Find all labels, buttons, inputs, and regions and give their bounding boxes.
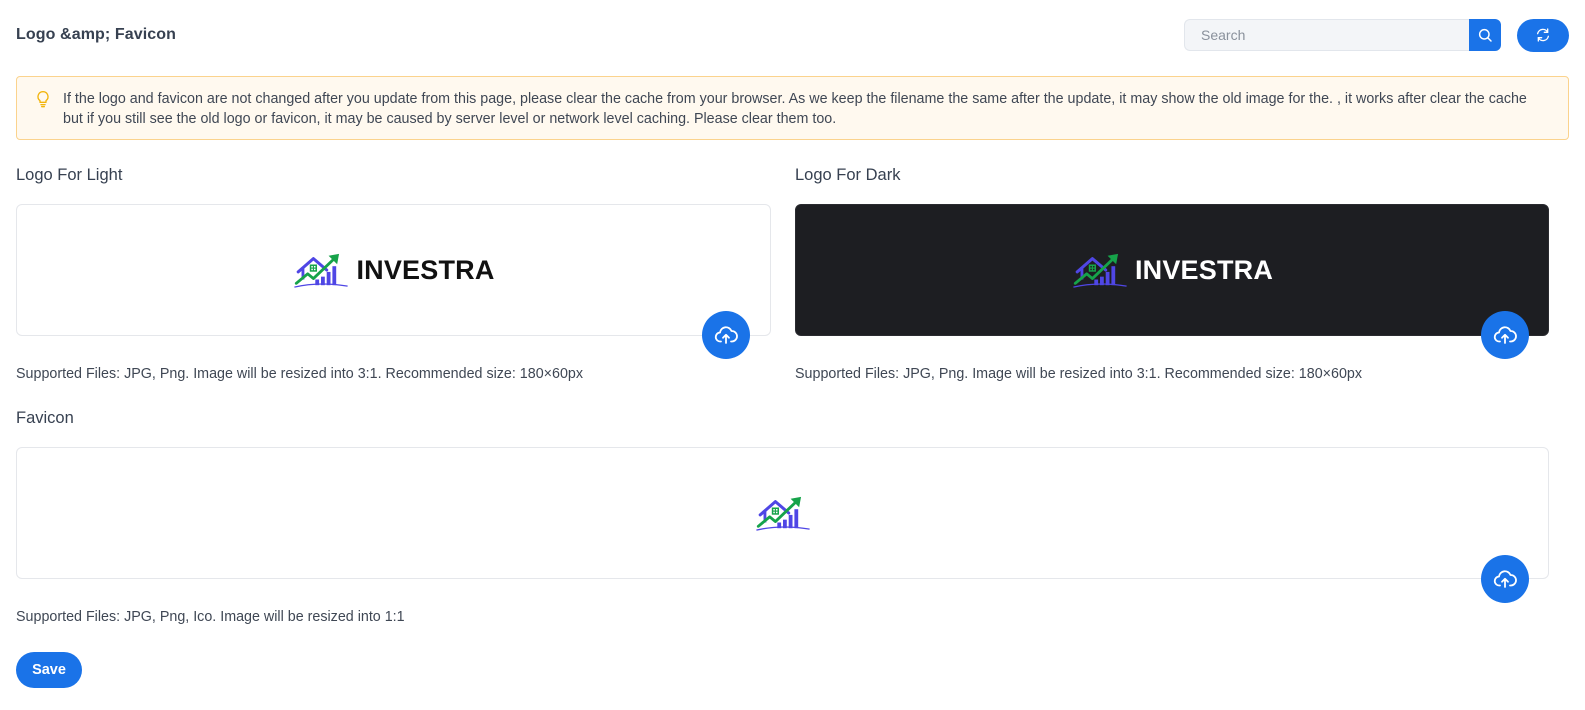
page-header: Logo &amp; Favicon: [16, 18, 1569, 52]
brand-name: INVESTRA: [356, 254, 495, 285]
brand-mark-icon: [292, 251, 350, 289]
save-button[interactable]: Save: [16, 652, 82, 688]
cloud-upload-icon: [714, 323, 738, 347]
header-actions: [1184, 18, 1569, 52]
logo-light-preview: INVESTRA: [16, 204, 771, 336]
search-icon: [1478, 28, 1492, 42]
favicon-help-text: Supported Files: JPG, Png, Ico. Image wi…: [16, 609, 405, 625]
cloud-upload-icon: [1493, 567, 1517, 591]
logo-light-help-text: Supported Files: JPG, Png. Image will be…: [16, 366, 584, 382]
page-title: Logo &amp; Favicon: [16, 26, 177, 43]
favicon-preview: [16, 447, 1549, 579]
alert-message: If the logo and favicon are not changed …: [63, 91, 1527, 127]
logo-dark-image: INVESTRA: [1071, 251, 1273, 289]
logo-light-image: INVESTRA: [292, 251, 494, 289]
logo-dark-label: Logo For Dark: [795, 166, 901, 184]
search-bar: [1184, 19, 1501, 51]
favicon-label: Favicon: [16, 409, 74, 427]
logo-dark-help-text: Supported Files: JPG, Png. Image will be…: [795, 366, 1363, 382]
logo-dark-preview: INVESTRA: [795, 204, 1549, 336]
brand-mark-icon: [1071, 251, 1129, 289]
cache-warning-alert: If the logo and favicon are not changed …: [16, 76, 1569, 140]
favicon-image-icon: [754, 494, 812, 532]
logo-dark-upload-button[interactable]: [1481, 311, 1529, 359]
search-button[interactable]: [1469, 19, 1501, 51]
search-input[interactable]: [1184, 19, 1469, 51]
refresh-button[interactable]: [1517, 18, 1569, 52]
favicon-upload-button[interactable]: [1481, 555, 1529, 603]
logo-light-upload-button[interactable]: [702, 311, 750, 359]
lightbulb-icon: [37, 90, 49, 108]
logo-light-label: Logo For Light: [16, 166, 123, 184]
refresh-icon: [1537, 28, 1549, 42]
cloud-upload-icon: [1493, 323, 1517, 347]
brand-name: INVESTRA: [1134, 254, 1274, 285]
